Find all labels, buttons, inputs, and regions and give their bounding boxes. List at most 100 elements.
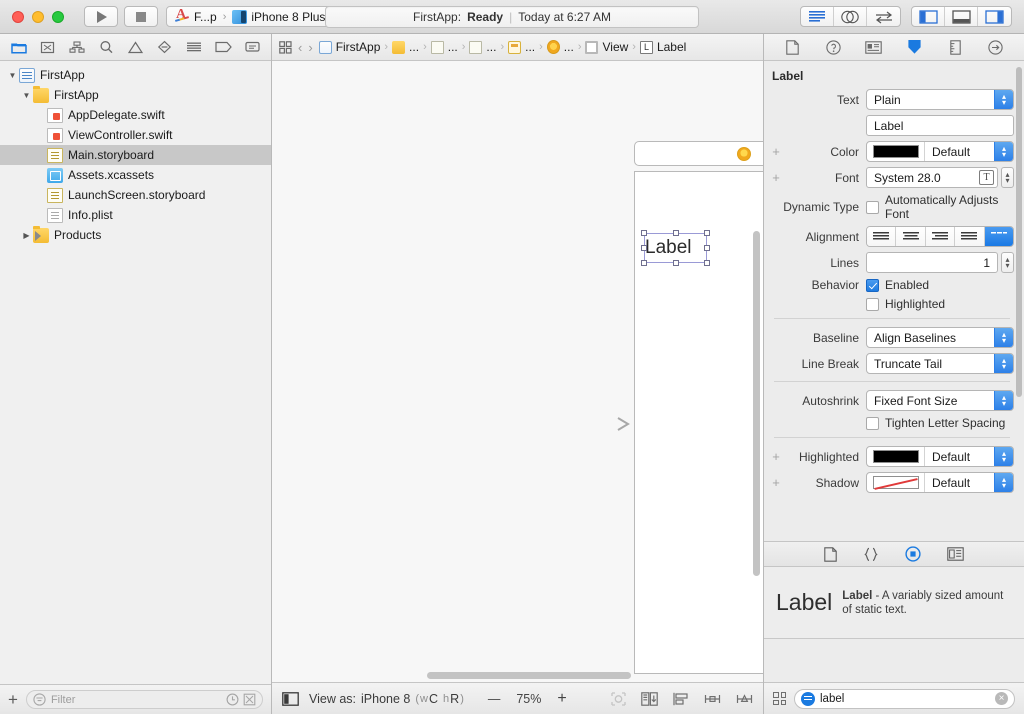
library-search-field[interactable]: label × bbox=[794, 688, 1015, 709]
related-items-icon[interactable] bbox=[279, 40, 292, 54]
toggle-navigator-button[interactable] bbox=[912, 7, 945, 26]
navigator-row-main-storyboard[interactable]: Main.storyboard bbox=[0, 145, 271, 165]
stop-button[interactable] bbox=[124, 6, 158, 27]
project-navigator-tab[interactable] bbox=[4, 34, 33, 60]
library-grid-view-button[interactable] bbox=[773, 692, 786, 705]
autoshrink-popup[interactable]: Fixed Font Size ▴ ▾ bbox=[866, 390, 1014, 411]
breadcrumb-item-5[interactable]: ... bbox=[508, 40, 535, 54]
file-inspector-tab[interactable] bbox=[772, 39, 813, 55]
inspector-scrollbar[interactable] bbox=[1016, 67, 1022, 397]
label-text-field[interactable]: Label bbox=[866, 115, 1014, 136]
attributes-inspector-tab[interactable] bbox=[894, 39, 935, 55]
navigator-row-firstapp[interactable]: ▼ FirstApp bbox=[0, 65, 271, 85]
jump-bar-back-button[interactable]: ‹ bbox=[298, 40, 302, 55]
enabled-checkbox[interactable] bbox=[866, 278, 879, 292]
view-controller-dock-icon[interactable] bbox=[736, 146, 751, 161]
automatically-adjusts-font-checkbox[interactable] bbox=[866, 200, 879, 214]
assistant-editor-button[interactable] bbox=[834, 7, 867, 26]
embed-in-icon[interactable] bbox=[641, 691, 658, 706]
font-picker-icon[interactable]: T bbox=[979, 170, 994, 185]
highlighted-add-variation-button[interactable]: + bbox=[770, 449, 782, 464]
tighten-letter-spacing-checkbox[interactable] bbox=[866, 416, 879, 430]
zoom-out-button[interactable]: — bbox=[488, 692, 501, 706]
color-swatch[interactable] bbox=[873, 145, 919, 158]
size-inspector-tab[interactable] bbox=[935, 39, 976, 55]
run-button[interactable] bbox=[84, 6, 118, 27]
shadow-color-popup[interactable]: Default ▴ ▾ bbox=[866, 472, 1014, 493]
navigator-row-viewcontroller-swift[interactable]: ViewController.swift bbox=[0, 125, 271, 145]
breadcrumb-item-7[interactable]: View bbox=[585, 40, 628, 54]
view-toggle-segmented-control[interactable] bbox=[911, 6, 1012, 27]
navigator-row-assets-xcassets[interactable]: Assets.xcassets bbox=[0, 165, 271, 185]
align-justified-button[interactable] bbox=[955, 227, 985, 246]
navigator-row-appdelegate-swift[interactable]: AppDelegate.swift bbox=[0, 105, 271, 125]
disclosure-triangle-icon[interactable]: ▼ bbox=[20, 91, 33, 100]
resize-handle-bc[interactable] bbox=[672, 260, 679, 266]
interface-builder-canvas[interactable]: Label bbox=[272, 61, 763, 682]
zoom-window-button[interactable] bbox=[52, 10, 64, 23]
align-natural-button[interactable] bbox=[984, 227, 1013, 246]
align-center-button[interactable] bbox=[896, 227, 926, 246]
library-list[interactable] bbox=[764, 639, 1024, 682]
shadow-color-swatch[interactable] bbox=[873, 476, 919, 489]
align-icon[interactable] bbox=[673, 692, 689, 706]
breadcrumb-item-8[interactable]: L Label bbox=[639, 40, 686, 54]
media-library-tab[interactable] bbox=[947, 547, 964, 561]
update-frames-icon[interactable] bbox=[611, 691, 626, 706]
standard-editor-button[interactable] bbox=[801, 7, 834, 26]
resolve-auto-layout-issues-icon[interactable] bbox=[736, 692, 753, 706]
text-type-popup[interactable]: Plain ▴ ▾ bbox=[866, 89, 1014, 110]
resize-handle-tc[interactable] bbox=[672, 230, 679, 236]
debug-navigator-tab[interactable] bbox=[179, 34, 208, 60]
find-navigator-tab[interactable] bbox=[92, 34, 121, 60]
canvas-vertical-scrollbar[interactable] bbox=[753, 231, 760, 576]
highlighted-checkbox[interactable] bbox=[866, 297, 879, 311]
jump-bar-forward-button[interactable]: › bbox=[308, 40, 312, 55]
version-editor-button[interactable] bbox=[867, 7, 900, 26]
close-window-button[interactable] bbox=[12, 10, 24, 23]
zoom-in-button[interactable]: + bbox=[557, 690, 566, 708]
add-file-button[interactable]: + bbox=[8, 691, 18, 708]
resize-handle-ml[interactable] bbox=[641, 245, 647, 251]
navigator-row-products[interactable]: ▶ Products bbox=[0, 225, 271, 245]
breadcrumb-item-4[interactable]: ... bbox=[469, 40, 496, 54]
align-right-button[interactable] bbox=[925, 227, 956, 246]
lines-field[interactable]: 1 bbox=[866, 252, 998, 273]
font-add-variation-button[interactable]: + bbox=[770, 170, 782, 185]
code-snippet-library-tab[interactable] bbox=[863, 547, 879, 562]
source-control-navigator-tab[interactable] bbox=[33, 34, 62, 60]
align-left-button[interactable] bbox=[867, 227, 897, 246]
navigator-filter-field[interactable]: Filter bbox=[25, 690, 263, 709]
font-size-stepper[interactable]: ▴ ▾ bbox=[1001, 167, 1014, 188]
breakpoint-navigator-tab[interactable] bbox=[209, 34, 238, 60]
navigator-row-info-plist[interactable]: Info.plist bbox=[0, 205, 271, 225]
color-add-variation-button[interactable]: + bbox=[770, 144, 782, 159]
minimize-window-button[interactable] bbox=[32, 10, 44, 23]
project-navigator-tree[interactable]: ▼ FirstApp ▼ FirstApp AppDelegate.swift ViewC… bbox=[0, 61, 271, 684]
breadcrumb-item-1[interactable]: FirstApp bbox=[318, 40, 380, 54]
resize-handle-tr[interactable] bbox=[704, 230, 710, 236]
navigator-row-firstapp[interactable]: ▼ FirstApp bbox=[0, 85, 271, 105]
resize-handle-mr[interactable] bbox=[704, 245, 710, 251]
line-break-popup[interactable]: Truncate Tail ▴ ▾ bbox=[866, 353, 1014, 374]
view-as-control[interactable]: View as: iPhone 8 ( w C h R ) bbox=[309, 692, 464, 706]
object-library-tab[interactable] bbox=[905, 546, 921, 562]
highlighted-color-popup[interactable]: Default ▴ ▾ bbox=[866, 446, 1014, 467]
resize-handle-br[interactable] bbox=[704, 260, 710, 266]
breadcrumb-item-2[interactable]: ... bbox=[392, 40, 419, 54]
file-template-library-tab[interactable] bbox=[824, 546, 837, 562]
lines-stepper[interactable]: ▴ ▾ bbox=[1001, 252, 1014, 273]
identity-inspector-tab[interactable] bbox=[853, 40, 894, 54]
issue-navigator-tab[interactable] bbox=[121, 34, 150, 60]
selected-label-view[interactable]: Label bbox=[644, 233, 707, 263]
breadcrumb-item-3[interactable]: ... bbox=[430, 40, 458, 54]
toggle-document-outline-icon[interactable] bbox=[282, 691, 299, 706]
canvas-horizontal-scrollbar[interactable] bbox=[272, 672, 763, 679]
connections-inspector-tab[interactable] bbox=[975, 39, 1016, 55]
quick-help-inspector-tab[interactable] bbox=[813, 39, 854, 55]
disclosure-triangle-icon[interactable]: ▶ bbox=[20, 231, 33, 240]
resize-handle-tl[interactable] bbox=[641, 230, 647, 236]
navigator-row-launchscreen-storyboard[interactable]: LaunchScreen.storyboard bbox=[0, 185, 271, 205]
test-navigator-tab[interactable] bbox=[150, 34, 179, 60]
alignment-segmented-control[interactable] bbox=[866, 226, 1014, 247]
